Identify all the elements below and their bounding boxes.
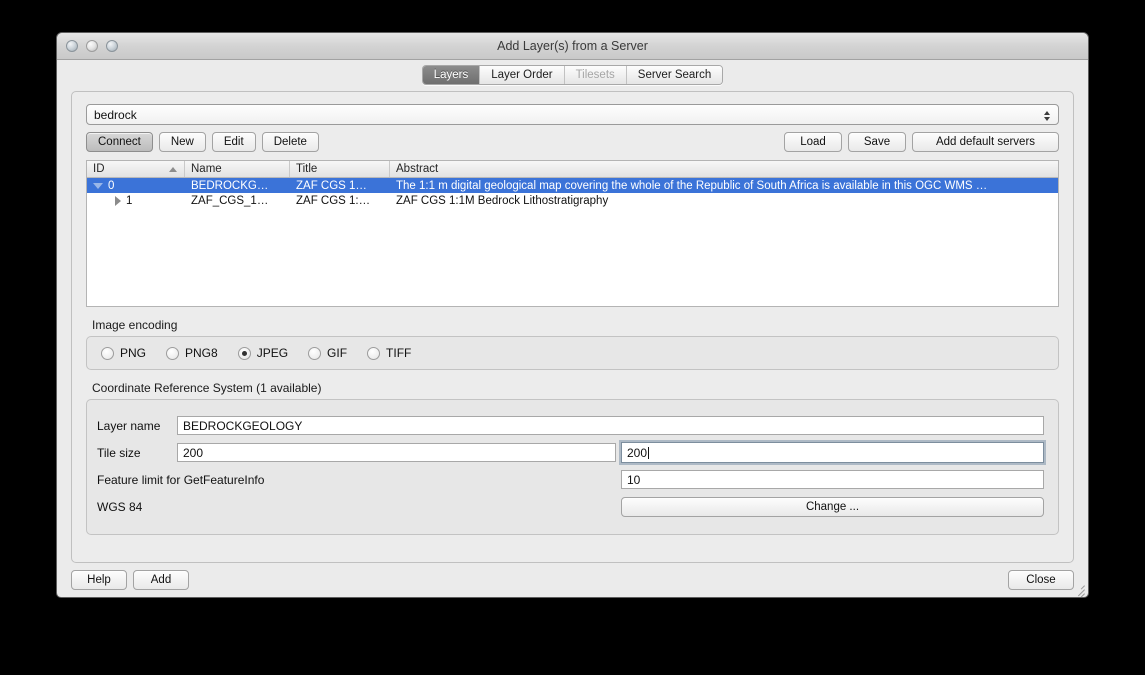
- feature-limit-label: Feature limit for GetFeatureInfo: [97, 472, 265, 487]
- close-button[interactable]: [66, 40, 78, 52]
- column-header-name[interactable]: Name: [185, 161, 290, 177]
- crs-row: WGS 84 Change ...: [97, 493, 1044, 520]
- chevron-down-icon[interactable]: [93, 182, 103, 189]
- connect-button[interactable]: Connect: [86, 132, 153, 152]
- cell-abstract: The 1:1 m digital geological map coverin…: [396, 179, 988, 192]
- tab-layers[interactable]: Layers: [422, 66, 480, 84]
- chevron-updown-icon[interactable]: [1040, 107, 1054, 124]
- cell-id: 1: [87, 195, 185, 207]
- radio-gif[interactable]: GIF: [308, 346, 347, 360]
- tile-size-width-input[interactable]: 200: [177, 443, 616, 462]
- feature-limit-row: Feature limit for GetFeatureInfo 10: [97, 466, 1044, 493]
- resize-grip[interactable]: [1071, 581, 1085, 597]
- sort-ascending-icon: [169, 167, 177, 172]
- layer-list[interactable]: ID Name Title Abstract 0 BEDROCKG… ZAF C…: [86, 160, 1059, 307]
- cell-title: ZAF CGS 1…: [296, 179, 367, 192]
- cell-title: ZAF CGS 1:…: [296, 194, 371, 207]
- crs-group-label: Coordinate Reference System (1 available…: [92, 381, 322, 395]
- table-row[interactable]: 1 ZAF_CGS_1… ZAF CGS 1:… ZAF CGS 1:1M Be…: [87, 193, 1058, 208]
- radio-label-png: PNG: [120, 346, 147, 360]
- cell-id: 0: [87, 180, 185, 192]
- tab-layer-order[interactable]: Layer Order: [479, 66, 564, 84]
- radio-icon: [101, 346, 114, 360]
- cell-name: BEDROCKG…: [191, 179, 269, 192]
- cell-abstract: ZAF CGS 1:1M Bedrock Lithostratigraphy: [396, 194, 609, 207]
- help-button[interactable]: Help: [71, 570, 127, 590]
- column-label-title: Title: [296, 163, 318, 175]
- column-label-abstract: Abstract: [396, 163, 439, 175]
- crs-name-label: WGS 84: [97, 499, 143, 514]
- status-text: 1 Layer(s) selected: [73, 596, 1074, 597]
- chevron-right-icon[interactable]: [115, 195, 121, 206]
- radio-label-tiff: TIFF: [386, 346, 412, 360]
- radio-icon: [367, 346, 381, 360]
- connection-button-row: Connect New Edit Delete Load Save Add de…: [86, 132, 1059, 152]
- row-id-text: 0: [108, 179, 115, 192]
- add-layers-dialog: Add Layer(s) from a Server Layers Layer …: [56, 32, 1089, 598]
- layer-name-label: Layer name: [97, 418, 161, 433]
- tile-size-height-value: 200: [627, 445, 648, 460]
- dialog-footer: Help Add Close 1 Layer(s) selected: [71, 570, 1074, 597]
- layers-panel: bedrock Connect New Edit Delete Load Sav…: [71, 91, 1074, 563]
- tile-size-label: Tile size: [97, 445, 141, 460]
- radio-icon: [166, 346, 180, 360]
- server-connection-combo[interactable]: bedrock: [86, 104, 1059, 125]
- tab-server-search[interactable]: Server Search: [625, 66, 723, 84]
- tile-size-row: Tile size 200 200: [97, 439, 1044, 466]
- change-crs-button[interactable]: Change ...: [621, 496, 1044, 517]
- text-caret: [648, 446, 650, 459]
- table-row[interactable]: 0 BEDROCKG… ZAF CGS 1… The 1:1 m digital…: [87, 178, 1058, 193]
- radio-selected-icon: [237, 346, 251, 360]
- layer-list-header: ID Name Title Abstract: [87, 161, 1058, 178]
- window-controls: [66, 40, 118, 52]
- new-button[interactable]: New: [158, 132, 206, 152]
- column-label-name: Name: [191, 163, 222, 175]
- tab-tilesets: Tilesets: [563, 66, 626, 84]
- column-header-abstract[interactable]: Abstract: [390, 161, 1058, 177]
- feature-limit-input[interactable]: 10: [621, 470, 1044, 489]
- radio-label-jpeg: JPEG: [256, 346, 289, 360]
- radio-tiff[interactable]: TIFF: [367, 346, 411, 360]
- edit-button[interactable]: Edit: [211, 132, 256, 152]
- radio-png[interactable]: PNG: [101, 346, 146, 360]
- close-button-footer[interactable]: Close: [1008, 570, 1074, 590]
- column-header-title[interactable]: Title: [290, 161, 390, 177]
- delete-button[interactable]: Delete: [261, 132, 319, 152]
- radio-label-gif: GIF: [327, 346, 348, 360]
- image-encoding-group: PNG PNG8 JPEG GIF TIFF: [86, 336, 1059, 370]
- crs-group: Layer name BEDROCKGEOLOGY Tile size 200 …: [86, 399, 1059, 535]
- layer-name-row: Layer name BEDROCKGEOLOGY: [97, 412, 1044, 439]
- radio-jpeg[interactable]: JPEG: [237, 346, 289, 360]
- radio-label-png8: PNG8: [185, 346, 218, 360]
- load-button[interactable]: Load: [784, 132, 842, 152]
- radio-icon: [308, 346, 322, 360]
- column-label-id: ID: [93, 163, 105, 175]
- add-button[interactable]: Add: [133, 570, 189, 590]
- column-header-id[interactable]: ID: [87, 161, 185, 177]
- tile-size-height-input[interactable]: 200: [621, 442, 1044, 463]
- row-id-text: 1: [126, 194, 133, 207]
- add-default-servers-button[interactable]: Add default servers: [912, 132, 1059, 152]
- image-encoding-label: Image encoding: [92, 318, 178, 332]
- zoom-button[interactable]: [106, 40, 118, 52]
- cell-name: ZAF_CGS_1…: [191, 194, 269, 207]
- layer-name-input[interactable]: BEDROCKGEOLOGY: [177, 416, 1044, 435]
- title-bar[interactable]: Add Layer(s) from a Server: [57, 33, 1088, 60]
- server-connection-value: bedrock: [94, 107, 137, 122]
- radio-png8[interactable]: PNG8: [166, 346, 218, 360]
- minimize-button[interactable]: [86, 40, 98, 52]
- tab-bar: Layers Layer Order Tilesets Server Searc…: [57, 60, 1088, 90]
- window-title: Add Layer(s) from a Server: [497, 39, 648, 53]
- save-button[interactable]: Save: [848, 132, 906, 152]
